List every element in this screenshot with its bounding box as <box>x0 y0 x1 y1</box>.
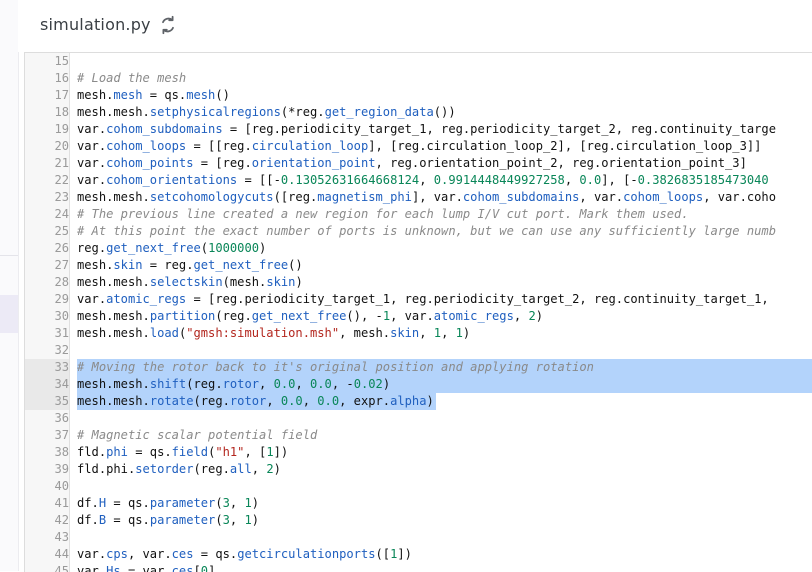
line-number: 20 <box>25 138 70 155</box>
left-panel-edge <box>0 0 19 571</box>
code-text: mesh.skin = reg.get_next_free() <box>77 258 303 272</box>
code-editor[interactable]: 15 16 # Load the mesh 17 mesh.mesh = qs.mesh… <box>24 52 812 572</box>
code-line[interactable]: 22 var.cohom_orientations = [[-0.13052631… <box>25 172 812 189</box>
code-line[interactable]: 16 # Load the mesh <box>25 70 812 87</box>
line-number: 27 <box>25 257 70 274</box>
code-line[interactable]: 21 var.cohom_points = [reg.orientation_po… <box>25 155 812 172</box>
code-text: var.cohom_points = [reg.orientation_poin… <box>77 156 747 170</box>
code-line[interactable]: 30 mesh.mesh.partition(reg.get_next_free(… <box>25 308 812 325</box>
code-line[interactable]: 26 reg.get_next_free(1000000) <box>25 240 812 257</box>
code-text: mesh.mesh.shift(reg.rotor, 0.0, 0.0, -0.… <box>77 377 391 391</box>
panel-divider <box>0 255 18 256</box>
code-line[interactable]: 36 <box>25 410 812 427</box>
code-line[interactable]: 44 var.cps, var.ces = qs.getcirculationpo… <box>25 546 812 563</box>
line-number: 26 <box>25 240 70 257</box>
code-line[interactable]: 35 mesh.mesh.rotate(reg.rotor, 0.0, 0.0, … <box>25 393 812 410</box>
code-text: var.atomic_regs = [reg.periodicity_targe… <box>77 292 776 306</box>
code-line[interactable]: 33 # Moving the rotor back to it's origin… <box>25 359 812 376</box>
line-number: 37 <box>25 427 70 444</box>
line-number: 16 <box>25 70 70 87</box>
code-line[interactable]: 29 var.atomic_regs = [reg.periodicity_tar… <box>25 291 812 308</box>
code-line[interactable]: 17 mesh.mesh = qs.mesh() <box>25 87 812 104</box>
sync-icon <box>162 15 174 35</box>
file-title: simulation.py <box>40 15 151 34</box>
code-text: # Load the mesh <box>77 71 187 85</box>
line-number: 29 <box>25 291 70 308</box>
code-text: mesh.mesh.load("gmsh:simulation.msh", me… <box>77 326 471 340</box>
line-number: 39 <box>25 461 70 478</box>
code-line[interactable]: 37 # Magnetic scalar potential field <box>25 427 812 444</box>
code-text: var.cohom_subdomains = [reg.periodicity_… <box>77 122 776 136</box>
code-line[interactable]: 24 # The previous line created a new regi… <box>25 206 812 223</box>
code-text: # Magnetic scalar potential field <box>77 428 318 442</box>
code-text: reg.get_next_free(1000000) <box>77 241 267 255</box>
code-text: mesh.mesh.selectskin(mesh.skin) <box>77 275 303 289</box>
line-number: 15 <box>25 53 70 70</box>
code-text: mesh.mesh.setphysicalregions(*reg.get_re… <box>77 105 456 119</box>
code-line[interactable]: 40 <box>25 478 812 495</box>
line-number: 42 <box>25 512 70 529</box>
code-text: var.cps, var.ces = qs.getcirculationport… <box>77 547 412 561</box>
code-text: df.B = qs.parameter(3, 1) <box>77 513 260 527</box>
code-line[interactable]: 19 var.cohom_subdomains = [reg.periodicit… <box>25 121 812 138</box>
code-text: df.H = qs.parameter(3, 1) <box>77 496 260 510</box>
line-number: 41 <box>25 495 70 512</box>
line-number: 17 <box>25 87 70 104</box>
selected-nav-item-edge[interactable] <box>0 295 18 333</box>
code-line[interactable]: 42 df.B = qs.parameter(3, 1) <box>25 512 812 529</box>
code-text: fld.phi.setorder(reg.all, 2) <box>77 462 281 476</box>
code-text: var.cohom_loops = [[reg.circulation_loop… <box>77 139 762 153</box>
code-line[interactable]: 28 mesh.mesh.selectskin(mesh.skin) <box>25 274 812 291</box>
code-line[interactable]: 23 mesh.mesh.setcohomologycuts([reg.magne… <box>25 189 812 206</box>
line-number: 31 <box>25 325 70 342</box>
code-text: fld.phi = qs.field("h1", [1]) <box>77 445 289 459</box>
code-line[interactable]: 15 <box>25 53 812 70</box>
line-number: 25 <box>25 223 70 240</box>
code-line[interactable]: 34 mesh.mesh.shift(reg.rotor, 0.0, 0.0, -… <box>25 376 812 393</box>
code-text: # The previous line created a new region… <box>77 207 689 221</box>
code-line[interactable]: 39 fld.phi.setorder(reg.all, 2) <box>25 461 812 478</box>
code-text: # At this point the exact number of port… <box>77 224 776 238</box>
line-number: 44 <box>25 546 70 563</box>
sync-button[interactable] <box>157 13 179 37</box>
line-number: 38 <box>25 444 70 461</box>
line-number: 40 <box>25 478 70 495</box>
line-number: 24 <box>25 206 70 223</box>
code-line[interactable]: 31 mesh.mesh.load("gmsh:simulation.msh", … <box>25 325 812 342</box>
line-number: 35 <box>25 393 70 410</box>
editor-header: simulation.py <box>18 0 812 52</box>
line-number: 22 <box>25 172 70 189</box>
line-number: 43 <box>25 529 70 546</box>
code-text: # Moving the rotor back to it's original… <box>77 360 594 374</box>
code-text: mesh.mesh.partition(reg.get_next_free(),… <box>77 309 543 323</box>
line-number: 21 <box>25 155 70 172</box>
code-line[interactable]: 32 <box>25 342 812 359</box>
line-number: 18 <box>25 104 70 121</box>
code-line[interactable]: 20 var.cohom_loops = [[reg.circulation_lo… <box>25 138 812 155</box>
line-number: 19 <box>25 121 70 138</box>
code-line[interactable]: 18 mesh.mesh.setphysicalregions(*reg.get_… <box>25 104 812 121</box>
line-number: 34 <box>25 376 70 393</box>
code-line[interactable]: 25 # At this point the exact number of po… <box>25 223 812 240</box>
code-line[interactable]: 38 fld.phi = qs.field("h1", [1]) <box>25 444 812 461</box>
code-text: mesh.mesh.setcohomologycuts([reg.magneti… <box>77 190 776 204</box>
code-text: mesh.mesh.rotate(reg.rotor, 0.0, 0.0, ex… <box>77 394 434 408</box>
code-line[interactable]: 27 mesh.skin = reg.get_next_free() <box>25 257 812 274</box>
code-text: mesh.mesh = qs.mesh() <box>77 88 230 102</box>
line-number: 30 <box>25 308 70 325</box>
line-number: 28 <box>25 274 70 291</box>
line-number: 36 <box>25 410 70 427</box>
code-text: var.cohom_orientations = [[-0.1305263166… <box>77 173 769 187</box>
code-line[interactable]: 43 <box>25 529 812 546</box>
line-number: 33 <box>25 359 70 376</box>
code-line[interactable]: 41 df.H = qs.parameter(3, 1) <box>25 495 812 512</box>
line-number: 32 <box>25 342 70 359</box>
line-number: 23 <box>25 189 70 206</box>
